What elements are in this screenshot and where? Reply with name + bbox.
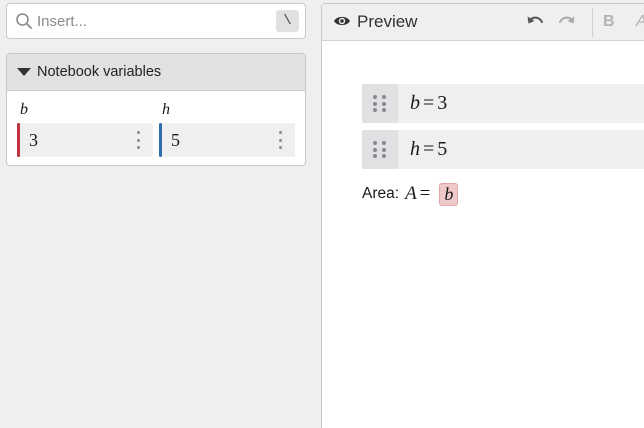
variable-color-bar — [159, 123, 162, 157]
equation-row[interactable]: h = 5 — [362, 130, 644, 169]
insert-search-box[interactable]: \ — [6, 3, 306, 39]
preview-pane: Preview B A b=3 h=5 Area: A= — [321, 3, 644, 428]
caret-down-icon[interactable] — [17, 68, 31, 76]
variable-name: h — [162, 101, 170, 118]
bold-button[interactable]: B — [603, 13, 615, 31]
area-label: Area: — [362, 185, 400, 202]
kebab-icon[interactable] — [279, 131, 283, 149]
drag-handle-icon — [373, 95, 387, 113]
variable-b: b 3 — [17, 101, 153, 157]
shortcut-key-badge: \ — [276, 10, 299, 32]
variable-value-field[interactable]: 5 — [159, 123, 295, 157]
preview-title: Preview — [357, 12, 418, 31]
variable-reference-chip[interactable]: b — [439, 182, 459, 206]
variable-name: b — [20, 101, 28, 118]
variable-h: h 5 — [159, 101, 295, 157]
equation-row[interactable]: b = 3 — [362, 84, 644, 123]
area-formula: A = — [405, 183, 431, 204]
variables-panel-title: Notebook variables — [37, 64, 162, 80]
kebab-icon[interactable] — [137, 131, 141, 149]
drag-handle[interactable] — [362, 84, 398, 123]
equation-text: h = 5 — [410, 138, 448, 160]
variable-value: 3 — [29, 129, 38, 150]
undo-icon[interactable] — [526, 14, 544, 30]
variable-color-bar — [17, 123, 20, 157]
variable-value-field[interactable]: 3 — [17, 123, 153, 157]
eye-icon — [334, 16, 350, 26]
insert-input[interactable] — [37, 9, 275, 33]
drag-handle[interactable] — [362, 130, 398, 169]
drag-handle-icon — [373, 141, 387, 159]
search-icon — [16, 13, 32, 29]
variable-value: 5 — [171, 129, 180, 150]
equation-text: b = 3 — [410, 92, 448, 114]
variables-panel-header[interactable]: Notebook variables — [7, 54, 305, 91]
preview-toolbar: Preview B A — [322, 4, 644, 41]
notebook-variables-panel: Notebook variables b 3 h 5 — [6, 53, 306, 166]
toolbar-separator — [592, 8, 593, 37]
redo-icon[interactable] — [558, 14, 576, 30]
italic-button[interactable]: A — [636, 13, 644, 31]
area-line: Area: A = b — [362, 181, 459, 207]
